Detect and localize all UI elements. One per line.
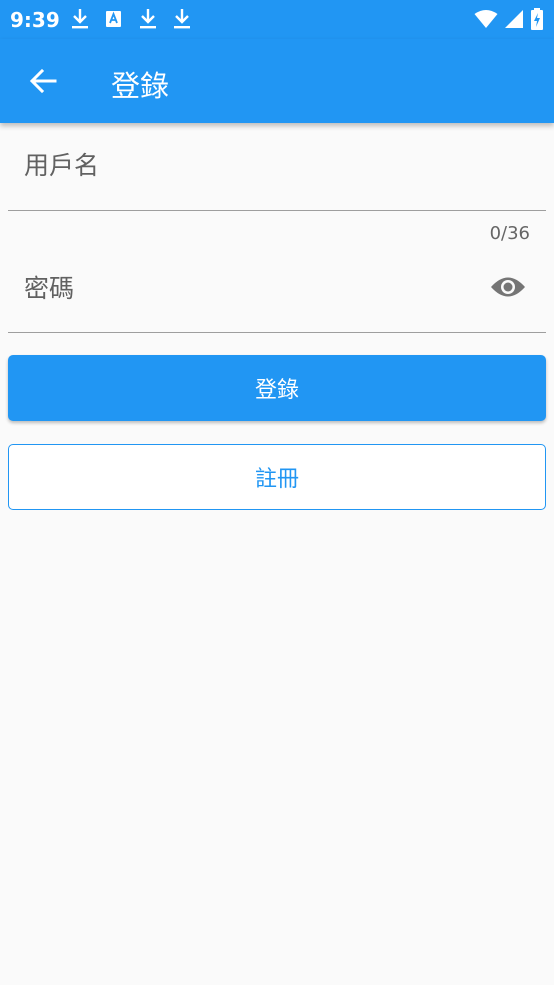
page-title: 登錄 — [111, 69, 170, 103]
download-icon — [138, 8, 158, 30]
password-input[interactable] — [24, 270, 484, 306]
download-icon — [70, 8, 90, 30]
eye-icon[interactable] — [490, 274, 526, 300]
battery-charging-icon — [530, 8, 544, 34]
signal-icon — [504, 9, 524, 33]
status-bar: 9:39 — [0, 0, 554, 39]
register-button[interactable]: 註冊 — [8, 444, 546, 510]
password-field — [8, 246, 546, 333]
login-button[interactable]: 登錄 — [8, 355, 546, 421]
username-input[interactable] — [24, 147, 484, 183]
download-icon — [172, 8, 192, 30]
status-time: 9:39 — [10, 8, 60, 32]
username-field — [8, 123, 546, 211]
wifi-icon — [474, 9, 498, 33]
app-bar: 登錄 — [0, 39, 554, 123]
arrow-left-icon[interactable] — [28, 66, 58, 96]
username-char-counter: 0/36 — [489, 223, 530, 244]
status-right-icons — [474, 8, 544, 34]
font-icon — [104, 8, 124, 30]
